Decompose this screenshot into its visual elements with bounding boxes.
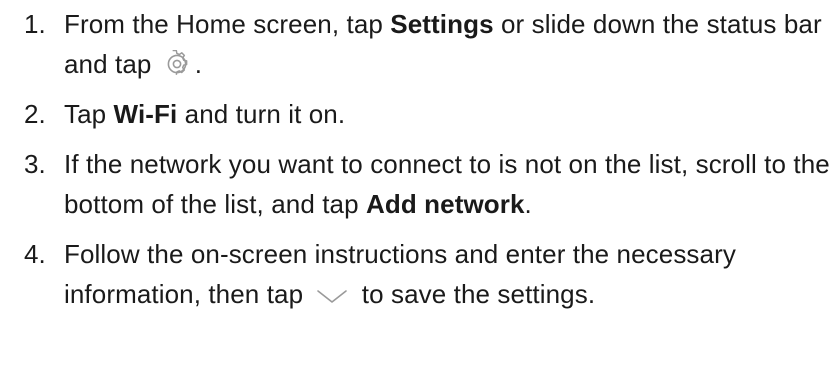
instruction-step-4: 4. Follow the on-screen instructions and…: [24, 234, 836, 314]
step-text: to save the settings.: [361, 279, 596, 309]
step-text: Tap: [64, 99, 114, 129]
step-text: From the Home screen, tap: [64, 9, 391, 39]
step-text: and turn it on.: [177, 99, 346, 129]
instruction-list: 1. From the Home screen, tap Settings or…: [24, 4, 836, 324]
step-text: .: [524, 189, 532, 219]
gear-icon: [163, 50, 191, 78]
settings-keyword: Settings: [390, 9, 494, 39]
checkmark-icon: [314, 283, 350, 305]
instruction-step-1: 1. From the Home screen, tap Settings or…: [24, 4, 836, 84]
instruction-step-3: 3. If the network you want to connect to…: [24, 144, 836, 224]
step-number: 3.: [24, 149, 46, 179]
add-network-keyword: Add network: [365, 189, 525, 219]
wifi-keyword: Wi-Fi: [113, 99, 178, 129]
step-text: .: [194, 49, 203, 79]
step-number: 2.: [24, 99, 46, 129]
instruction-step-2: 2. Tap Wi-Fi and turn it on.: [24, 94, 836, 134]
step-number: 4.: [24, 239, 46, 269]
step-number: 1.: [24, 9, 46, 39]
